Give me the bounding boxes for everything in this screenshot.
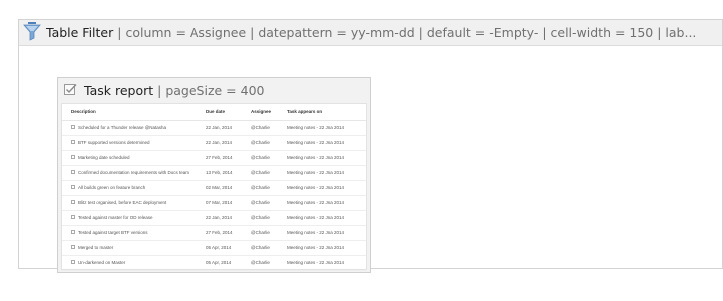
task-description: Tested against master for OD release: [78, 214, 153, 220]
task-description-cell: Scheduled for a Thunder release @Natasha: [62, 120, 204, 136]
task-due-date: 02 Mar, 2014: [204, 180, 249, 196]
task-assignee[interactable]: @Charlie: [249, 225, 285, 241]
table-row: Merged to master 05 Apr, 2014 @Charlie Meet…: [62, 240, 366, 256]
table-row: Confirmed documentation requirements wit…: [62, 165, 366, 181]
task-checkbox-icon[interactable]: [71, 245, 75, 250]
table-row: Marketing date scheduled 27 Feb, 2014 @Cha…: [62, 150, 366, 166]
task-checkbox-icon[interactable]: [71, 125, 75, 130]
task-description: Marketing date scheduled: [78, 154, 130, 160]
task-description-cell: Blitz test organised, before EAC deploym…: [62, 195, 204, 211]
table-row: Blitz test organised, before EAC deploym…: [62, 195, 366, 211]
table-header-row: Description Due date Assignee Task appea…: [62, 104, 366, 121]
task-due-date: 22 Jan, 2014: [204, 120, 249, 136]
column-header-assignee: Assignee: [249, 104, 285, 121]
task-description-cell: Un-darkened on Master: [62, 255, 204, 271]
task-assignee[interactable]: @Charlie: [249, 135, 285, 151]
task-report-title: Task report: [84, 82, 154, 98]
task-checkbox-icon[interactable]: [71, 155, 75, 160]
task-assignee[interactable]: @Charlie: [249, 255, 285, 271]
task-description-cell: Marketing date scheduled: [62, 150, 204, 166]
task-appears-on: Meeting notes - 22 Jna 2014: [285, 135, 366, 151]
task-description-cell: All builds green on feature branch: [62, 180, 204, 196]
task-report-params: | pageSize = 400: [157, 82, 265, 98]
task-description-cell: BTF supported versions determined: [62, 135, 204, 151]
task-appears-on: Meeting notes - 22 Jna 2014: [285, 240, 366, 256]
task-appears-on: Meeting notes - 22 Jna 2014: [285, 165, 366, 181]
table-row: BTF supported versions determined 22 Jan,…: [62, 135, 366, 151]
task-due-date: 27 Feb, 2014: [204, 150, 249, 166]
task-checkbox-icon[interactable]: [71, 215, 75, 220]
task-assignee[interactable]: @Charlie: [249, 195, 285, 211]
column-header-description: Description: [62, 104, 204, 121]
column-header-due-date: Due date: [204, 104, 249, 121]
task-report-macro[interactable]: Task report | pageSize = 400 Description…: [57, 77, 371, 273]
task-due-date: 07 Mar, 2014: [204, 195, 249, 211]
task-due-date: 05 Apr, 2014: [204, 255, 249, 271]
task-rows: Scheduled for a Thunder release @Natasha…: [62, 120, 366, 271]
task-checkbox-icon[interactable]: [71, 230, 75, 235]
task-due-date: 22 Jan, 2014: [204, 210, 249, 226]
task-description: Merged to master: [78, 244, 114, 250]
macro-params: | column = Assignee | datepattern = yy-m…: [117, 25, 697, 40]
task-description: Tested against target BTF versions: [78, 229, 148, 235]
task-assignee[interactable]: @Charlie: [249, 150, 285, 166]
table-row: All builds green on feature branch 02 Mar…: [62, 180, 366, 196]
task-description: Blitz test organised, before EAC deploym…: [78, 199, 167, 205]
task-due-date: 22 Jan, 2014: [204, 135, 249, 151]
task-checkbox-icon[interactable]: [71, 260, 75, 265]
task-checkbox-icon[interactable]: [71, 170, 75, 175]
task-appears-on: Meeting notes - 22 Jna 2014: [285, 180, 366, 196]
task-checkbox-icon[interactable]: [71, 140, 75, 145]
table-row: Tested against target BTF versions 27 Feb…: [62, 225, 366, 241]
macro-header[interactable]: Table Filter | column = Assignee | datep…: [19, 20, 722, 46]
task-due-date: 13 Feb, 2014: [204, 165, 249, 181]
task-due-date: 27 Feb, 2014: [204, 225, 249, 241]
task-appears-on: Meeting notes - 22 Jna 2014: [285, 150, 366, 166]
macro-title: Table Filter: [46, 25, 114, 40]
task-assignee[interactable]: @Charlie: [249, 120, 285, 136]
task-appears-on: Meeting notes - 22 Jna 2014: [285, 255, 366, 271]
table-row: Un-darkened on Master 05 Apr, 2014 @Charli…: [62, 255, 366, 271]
task-report-header[interactable]: Task report | pageSize = 400: [58, 78, 370, 102]
task-description: All builds green on feature branch: [78, 184, 146, 190]
task-description-cell: Tested against master for OD release: [62, 210, 204, 226]
checkbox-icon: [58, 81, 84, 100]
task-checkbox-icon[interactable]: [71, 185, 75, 190]
task-table: Description Due date Assignee Task appea…: [62, 104, 366, 271]
column-header-appears-on: Task appears on: [285, 104, 366, 121]
task-appears-on: Meeting notes - 22 Jna 2014: [285, 120, 366, 136]
task-description-cell: Tested against target BTF versions: [62, 225, 204, 241]
filter-icon: [19, 21, 46, 45]
task-description: Scheduled for a Thunder release @Natasha: [78, 124, 167, 130]
task-description-cell: Merged to master: [62, 240, 204, 256]
task-description: Un-darkened on Master: [78, 259, 126, 265]
task-assignee[interactable]: @Charlie: [249, 180, 285, 196]
task-description: BTF supported versions determined: [78, 139, 150, 145]
task-assignee[interactable]: @Charlie: [249, 210, 285, 226]
task-appears-on: Meeting notes - 22 Jna 2014: [285, 210, 366, 226]
task-table-preview: Description Due date Assignee Task appea…: [61, 103, 367, 271]
task-assignee[interactable]: @Charlie: [249, 240, 285, 256]
task-description: Confirmed documentation requirements wit…: [78, 169, 190, 175]
table-row: Scheduled for a Thunder release @Natasha…: [62, 120, 366, 136]
task-assignee[interactable]: @Charlie: [249, 165, 285, 181]
task-appears-on: Meeting notes - 22 Jna 2014: [285, 195, 366, 211]
task-checkbox-icon[interactable]: [71, 200, 75, 205]
table-filter-macro[interactable]: Table Filter | column = Assignee | datep…: [18, 19, 723, 273]
table-row: Tested against master for OD release 22 J…: [62, 210, 366, 226]
task-appears-on: Meeting notes - 22 Jna 2014: [285, 225, 366, 241]
task-description-cell: Confirmed documentation requirements wit…: [62, 165, 204, 181]
task-due-date: 05 Apr, 2014: [204, 240, 249, 256]
